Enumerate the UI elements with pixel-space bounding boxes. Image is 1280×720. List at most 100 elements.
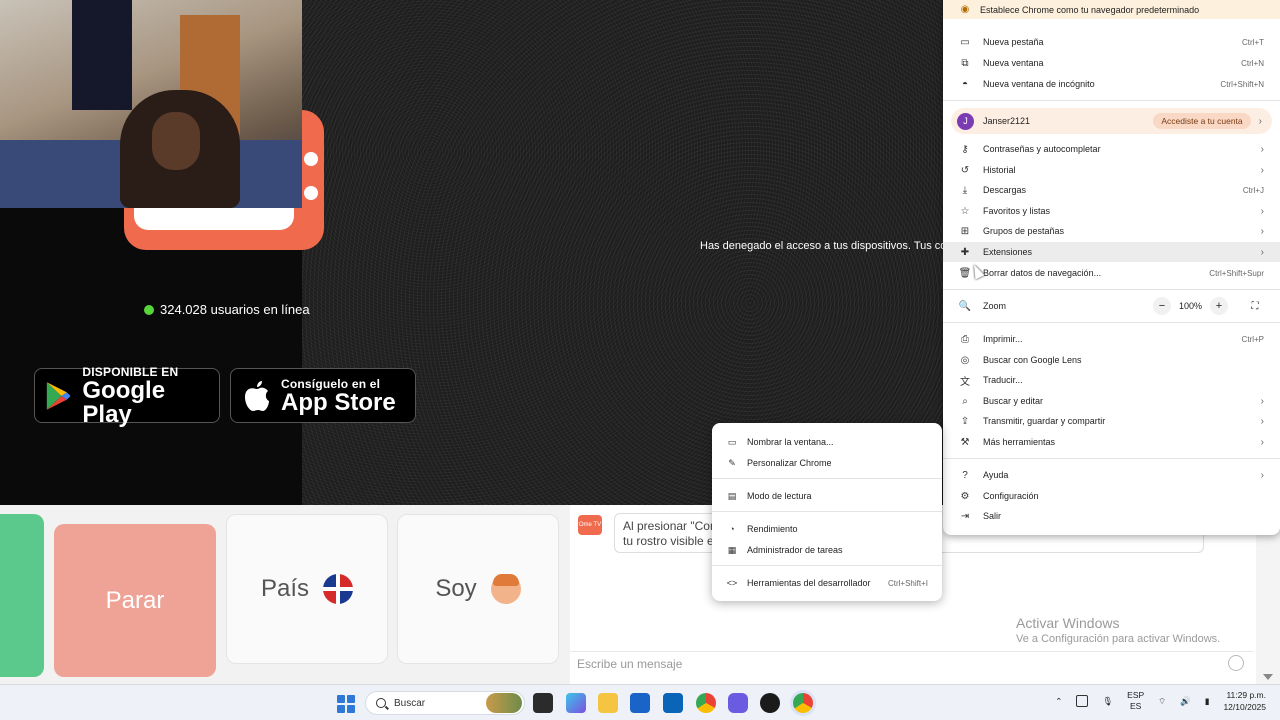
new-window-icon: ⧉ <box>961 57 969 69</box>
outlook-icon[interactable] <box>663 693 683 713</box>
submenu-performance[interactable]: ◔ Rendimiento <box>712 519 942 539</box>
menu-label: Descargas <box>983 185 1027 195</box>
submenu-divider <box>712 565 942 566</box>
webcam-face <box>152 112 200 170</box>
toolbox-icon: ⚒ <box>960 436 970 448</box>
volume-icon[interactable]: 🔊 <box>1180 696 1191 707</box>
menu-exit[interactable]: ⇥ Salir <box>943 506 1280 526</box>
file-explorer-icon[interactable] <box>598 693 618 713</box>
chrome-icon[interactable] <box>696 693 716 713</box>
menu-label: Borrar datos de navegación... <box>983 268 1102 278</box>
menu-label: Historial <box>983 165 1016 175</box>
submenu-task-manager[interactable]: ▦ Administrador de tareas <box>712 540 942 560</box>
menu-new-window[interactable]: ⧉ Nueva ventana Ctrl+N <box>943 53 1280 73</box>
menu-passwords[interactable]: ⚷ Contraseñas y autocompletar › <box>943 139 1280 159</box>
menu-cast-save-share[interactable]: ⇪ Transmitir, guardar y compartir › <box>943 411 1280 431</box>
puzzle-icon: ✚ <box>960 246 970 258</box>
country-label: País <box>260 575 310 602</box>
menu-help[interactable]: ? Ayuda › <box>943 465 1280 485</box>
menu-label: Extensiones <box>983 247 1033 257</box>
microphone-icon[interactable]: 🎙 <box>1102 696 1113 707</box>
clock[interactable]: 11:29 p.m. 12/10/2025 <box>1223 689 1266 713</box>
incognito-icon: ◓ <box>961 78 969 90</box>
menu-divider <box>943 322 1280 323</box>
menu-downloads[interactable]: ⤓ Descargas Ctrl+J <box>943 180 1280 200</box>
menu-history[interactable]: ↺ Historial › <box>943 160 1280 180</box>
scroll-down-icon[interactable] <box>1263 674 1273 680</box>
submenu-shortcut: Ctrl+Shift+I <box>887 578 928 588</box>
submenu-divider <box>712 511 942 512</box>
chevron-right-icon: › <box>1260 415 1264 427</box>
menu-tab-groups[interactable]: ⊞ Grupos de pestañas › <box>943 221 1280 241</box>
submenu-label: Herramientas del desarrollador <box>747 578 871 588</box>
search-highlight-icon[interactable] <box>486 693 522 713</box>
submenu-customize-chrome[interactable]: ✎ Personalizar Chrome <box>712 453 942 473</box>
zoom-in-button[interactable]: + <box>1210 297 1228 315</box>
stop-button[interactable]: Parar <box>54 524 216 677</box>
menu-incognito-window[interactable]: ◓ Nueva ventana de incógnito Ctrl+Shift+… <box>943 74 1280 94</box>
message-input[interactable]: Escribe un mensaje <box>570 651 1254 675</box>
menu-shortcut: Ctrl+Shift+Supr <box>1209 268 1264 278</box>
submenu-label: Administrador de tareas <box>747 545 843 555</box>
start-button[interactable] <box>0 514 44 677</box>
chevron-right-icon: › <box>1258 115 1262 127</box>
profile-name: Janser2121 <box>983 116 1031 126</box>
wifi-icon[interactable]: ⌔ <box>1158 696 1166 707</box>
chevron-right-icon: › <box>1260 436 1264 448</box>
chevron-up-icon[interactable]: ⌃ <box>1055 696 1062 707</box>
menu-print[interactable]: ⎙ Imprimir... Ctrl+P <box>943 329 1280 349</box>
menu-clear-browsing-data[interactable]: 🗑 Borrar datos de navegación... Ctrl+Shi… <box>943 263 1280 283</box>
start-menu-icon[interactable] <box>337 695 355 713</box>
menu-extensions[interactable]: ✚ Extensiones › <box>943 242 1280 262</box>
menu-shortcut: Ctrl+N <box>1241 58 1264 68</box>
gear-icon: ⚙ <box>960 490 970 502</box>
submenu-developer-tools[interactable]: <> Herramientas del desarrollador Ctrl+S… <box>712 573 942 593</box>
gender-button[interactable]: Soy <box>397 514 559 664</box>
menu-new-tab[interactable]: ▭ Nueva pestaña Ctrl+T <box>943 32 1280 52</box>
microsoft-store-icon[interactable] <box>630 693 650 713</box>
chrome-main-menu: ◉ Establece Chrome como tu navegador pre… <box>943 0 1280 535</box>
menu-translate[interactable]: 文 Traducir... <box>943 370 1280 390</box>
chevron-right-icon: › <box>1260 246 1264 258</box>
submenu-reading-mode[interactable]: ▤ Modo de lectura <box>712 486 942 506</box>
app-icon[interactable] <box>728 693 748 713</box>
google-play-badge[interactable]: DISPONIBLE EN Google Play <box>34 365 220 426</box>
submenu-name-window[interactable]: ▭ Nombrar la ventana... <box>712 432 942 452</box>
clock-date: 12/10/2025 <box>1223 702 1266 712</box>
task-view-icon[interactable] <box>533 693 553 713</box>
chevron-right-icon: › <box>1260 205 1264 217</box>
menu-google-lens[interactable]: ◎ Buscar con Google Lens <box>943 350 1280 370</box>
menu-more-tools[interactable]: ⚒ Más herramientas › <box>943 432 1280 452</box>
menu-find-edit[interactable]: ⌕ Buscar y editar › <box>943 391 1280 411</box>
menu-divider <box>943 458 1280 459</box>
menu-settings[interactable]: ⚙ Configuración <box>943 486 1280 506</box>
default-browser-banner[interactable]: ◉ Establece Chrome como tu navegador pre… <box>943 0 1280 19</box>
gender-label: Soy <box>435 575 477 602</box>
trash-icon: 🗑 <box>958 267 972 279</box>
app-store-badge[interactable]: Consíguelo en el App Store <box>230 368 416 423</box>
menu-bookmarks[interactable]: ☆ Favoritos y listas › <box>943 201 1280 221</box>
menu-label: Nueva ventana de incógnito <box>983 79 1095 89</box>
network-off-icon[interactable] <box>1076 695 1089 707</box>
menu-label: Traducir... <box>983 375 1023 385</box>
online-dot-icon <box>144 304 154 315</box>
history-icon: ↺ <box>960 164 970 176</box>
fullscreen-icon[interactable]: ⛶ <box>1246 297 1264 315</box>
emoji-icon[interactable] <box>1228 655 1244 671</box>
chrome-active-icon[interactable] <box>793 693 813 713</box>
copilot-icon[interactable] <box>566 693 586 713</box>
menu-label: Nueva ventana <box>983 58 1044 68</box>
online-users-text: 324.028 usuarios en línea <box>160 302 310 317</box>
profile-row[interactable]: J Janser2121 Accediste a tu cuenta › <box>951 108 1272 134</box>
country-button[interactable]: País <box>226 514 388 664</box>
new-tab-icon: ▭ <box>960 36 970 48</box>
clock-time: 11:29 p.m. <box>1226 690 1266 700</box>
app-icon[interactable] <box>760 693 780 713</box>
battery-icon[interactable]: ▮ <box>1205 696 1210 707</box>
chevron-right-icon: › <box>1260 164 1264 176</box>
zoom-out-button[interactable]: − <box>1152 297 1171 315</box>
google-play-big: Google Play <box>82 376 166 428</box>
chevron-right-icon: › <box>1260 395 1264 407</box>
menu-label: Imprimir... <box>983 334 1023 344</box>
language-indicator[interactable]: ESP ES <box>1127 690 1144 712</box>
